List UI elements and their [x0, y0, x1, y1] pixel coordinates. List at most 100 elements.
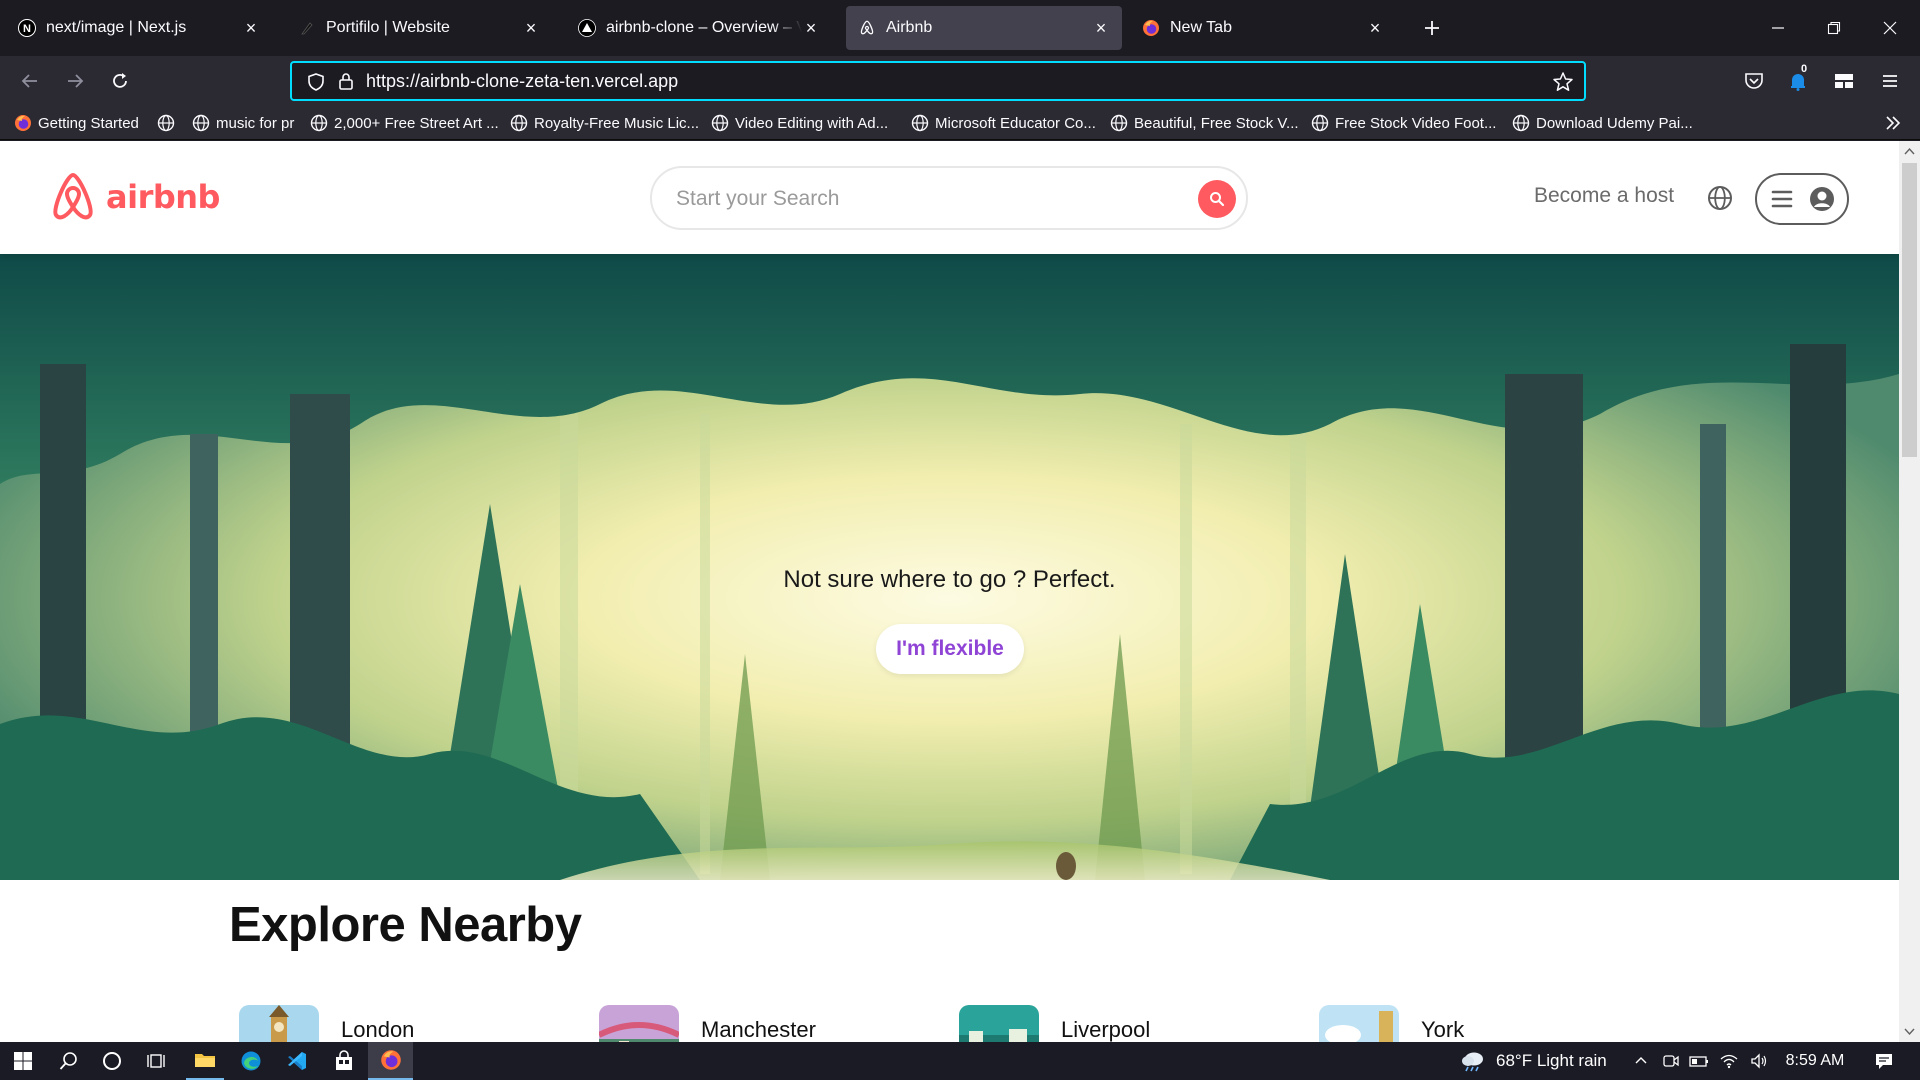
taskbar-search-button[interactable] — [50, 1042, 88, 1080]
firefox-icon — [1142, 19, 1160, 37]
bookmark-label: 2,000+ Free Street Art ... — [334, 114, 499, 132]
tab-nextjs[interactable]: N next/image | Next.js × — [6, 6, 272, 50]
action-center-button[interactable] — [1868, 1042, 1900, 1080]
clock[interactable]: 8:59 AM — [1780, 1042, 1850, 1080]
restore-button[interactable] — [1806, 10, 1862, 46]
edge-button[interactable] — [232, 1042, 270, 1080]
tab-vercel[interactable]: airbnb-clone – Overview – Vercel × — [566, 6, 832, 50]
shield-icon[interactable] — [306, 72, 326, 97]
close-tab-icon[interactable]: × — [522, 18, 540, 38]
tab-title: next/image | Next.js — [46, 19, 187, 36]
scroll-up-icon[interactable] — [1904, 146, 1915, 157]
task-view-button[interactable] — [137, 1042, 175, 1080]
scroll-down-icon[interactable] — [1904, 1026, 1915, 1037]
folder-icon — [195, 1054, 215, 1067]
forward-button[interactable] — [59, 65, 91, 97]
bookmark-item[interactable]: Video Editing with Ad... — [711, 112, 888, 134]
pocket-button[interactable] — [1738, 65, 1770, 97]
city-card-york[interactable]: York — [1319, 1005, 1464, 1042]
language-button[interactable] — [1707, 185, 1733, 211]
back-button[interactable] — [14, 65, 46, 97]
airbnb-icon — [858, 19, 876, 37]
close-tab-icon[interactable]: × — [1092, 18, 1110, 38]
lock-icon[interactable] — [336, 71, 356, 96]
svg-text:N: N — [23, 23, 31, 35]
arrow-left-icon — [21, 74, 37, 88]
vscode-button[interactable] — [278, 1042, 316, 1080]
airbnb-logo[interactable]: airbnb — [48, 171, 220, 223]
file-explorer-button[interactable] — [186, 1042, 224, 1080]
cortana-icon — [103, 1052, 121, 1070]
bookmark-item[interactable]: Free Stock Video Foot... — [1311, 112, 1496, 134]
close-tab-icon[interactable]: × — [242, 18, 260, 38]
url-bar[interactable]: https://airbnb-clone-zeta-ten.vercel.app — [290, 61, 1586, 101]
reload-button[interactable] — [104, 65, 136, 97]
notification-count: 0 — [1801, 63, 1808, 75]
new-tab-button[interactable] — [1418, 14, 1446, 42]
windows-icon — [14, 1052, 32, 1070]
city-card-london[interactable]: London — [239, 1005, 414, 1042]
page-scrollbar[interactable] — [1899, 141, 1920, 1042]
plus-icon — [1425, 21, 1439, 35]
extension-button[interactable]: 0 — [1782, 63, 1814, 97]
site-header: airbnb Start your Search Become a host — [0, 141, 1899, 254]
bookmark-label: Free Stock Video Foot... — [1335, 114, 1497, 132]
bookmark-item[interactable]: Microsoft Educator Co... — [911, 112, 1096, 134]
chevron-up-icon[interactable] — [1628, 1042, 1654, 1080]
user-menu-button[interactable] — [1755, 173, 1849, 225]
minimize-button[interactable] — [1750, 10, 1806, 46]
bookmark-label: music for pr — [216, 114, 295, 132]
bookmark-item[interactable] — [157, 112, 181, 134]
close-tab-icon[interactable]: × — [802, 18, 820, 38]
arrow-right-icon — [68, 74, 84, 88]
store-button[interactable] — [325, 1042, 363, 1080]
close-icon — [1883, 21, 1897, 35]
globe-icon — [157, 114, 175, 132]
cortana-button[interactable] — [93, 1042, 131, 1080]
firefox-icon — [14, 114, 32, 132]
containers-button[interactable] — [1828, 65, 1860, 97]
meet-now-icon[interactable] — [1658, 1042, 1684, 1080]
search-input[interactable]: Start your Search — [676, 187, 839, 211]
search-icon — [1210, 192, 1225, 207]
tab-portfolio[interactable]: Portifilo | Website × — [286, 6, 552, 50]
bookmark-item[interactable]: 2,000+ Free Street Art ... — [310, 112, 499, 134]
more-bookmarks-button[interactable] — [1884, 112, 1902, 134]
globe-icon — [510, 114, 528, 132]
battery-icon[interactable] — [1686, 1042, 1712, 1080]
city-thumbnail — [959, 1005, 1039, 1042]
scrollbar-thumb[interactable] — [1902, 163, 1917, 457]
navigation-toolbar: https://airbnb-clone-zeta-ten.vercel.app… — [0, 56, 1920, 106]
tab-newtab[interactable]: New Tab × — [1130, 6, 1396, 50]
globe-icon — [1110, 114, 1128, 132]
start-button[interactable] — [4, 1042, 42, 1080]
close-tab-icon[interactable]: × — [1366, 18, 1384, 38]
bookmark-item[interactable]: Beautiful, Free Stock V... — [1110, 112, 1299, 134]
bookmark-item[interactable]: music for pr — [192, 112, 294, 134]
bookmark-item[interactable]: Download Udemy Pai... — [1512, 112, 1693, 134]
url-text[interactable]: https://airbnb-clone-zeta-ten.vercel.app — [366, 71, 678, 92]
globe-icon — [192, 114, 210, 132]
app-menu-button[interactable] — [1874, 65, 1906, 97]
bookmark-item[interactable]: Royalty-Free Music Lic... — [510, 112, 699, 134]
tab-airbnb[interactable]: Airbnb × — [846, 6, 1122, 50]
vscode-icon — [288, 1052, 306, 1070]
city-card-liverpool[interactable]: Liverpool — [959, 1005, 1150, 1042]
search-button[interactable] — [1198, 180, 1236, 218]
search-bar[interactable]: Start your Search — [650, 166, 1248, 230]
firefox-taskbar-button[interactable] — [368, 1042, 413, 1080]
become-host-link[interactable]: Become a host — [1534, 184, 1674, 208]
flexible-button[interactable]: I'm flexible — [876, 624, 1024, 674]
wifi-icon[interactable] — [1716, 1042, 1742, 1080]
volume-icon[interactable] — [1746, 1042, 1772, 1080]
weather-icon[interactable] — [1458, 1042, 1488, 1080]
bookmark-item[interactable]: Getting Started — [14, 112, 139, 134]
bookmark-label: Video Editing with Ad... — [735, 114, 889, 132]
firefox-icon — [380, 1050, 401, 1070]
weather-text[interactable]: 68°F Light rain — [1496, 1042, 1636, 1080]
star-icon[interactable] — [1552, 71, 1574, 98]
globe-icon — [1708, 186, 1732, 210]
city-card-manchester[interactable]: Manchester — [599, 1005, 816, 1042]
close-window-button[interactable] — [1862, 10, 1918, 46]
city-thumbnail — [239, 1005, 319, 1042]
